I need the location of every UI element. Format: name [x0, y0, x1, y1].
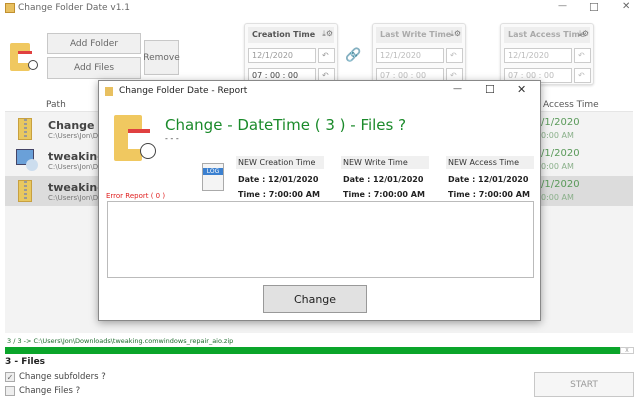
new-time: Time : 7:00:00 AM [238, 190, 320, 199]
zip-file-icon [18, 118, 32, 140]
add-files-button[interactable]: Add Files [47, 57, 141, 79]
change-button[interactable]: Change [263, 285, 367, 313]
cancel-progress-button[interactable]: X [620, 347, 634, 354]
new-time: Time : 7:00:00 AM [448, 190, 530, 199]
log-label: LOG [203, 168, 223, 175]
dialog-minimize-button[interactable]: — [453, 84, 462, 94]
date-picker[interactable]: 12/1/2020 [376, 48, 444, 63]
creation-time-panel: Creation Time ⤓⚙ 12/1/2020 ↶ 07 : 00 : 0… [244, 23, 338, 85]
report-dialog: Change Folder Date - Report — ☐ ✕ Change… [98, 80, 541, 321]
panel-title: Creation Time [248, 27, 334, 43]
new-date: Date : 12/01/2020 [238, 175, 319, 184]
column-header-path[interactable]: Path [46, 100, 66, 110]
access-date: /1/2020 [541, 148, 580, 159]
new-access-column: NEW Access Time Date : 12/01/2020 Time :… [446, 156, 534, 199]
reset-date-button[interactable]: ↶ [446, 48, 463, 63]
last-access-time-panel: Last Access Time ⤓⚙ 12/1/2020 ↶ 07 : 00 … [500, 23, 594, 85]
reset-date-button[interactable]: ↶ [318, 48, 335, 63]
link-icon[interactable]: 🔗 [345, 48, 361, 63]
access-time: 0:00 AM [541, 162, 574, 171]
reset-time-button[interactable]: ↶ [574, 68, 591, 83]
access-date: /1/2020 [541, 179, 580, 190]
last-write-time-panel: Last Write Time ⤓⚙ 12/1/2020 ↶ 07 : 00 :… [372, 23, 466, 85]
file-path: C:\Users\Jon\Do [48, 163, 103, 171]
close-button[interactable]: ✕ [622, 1, 630, 12]
status-text: 3 / 3 -> C:\Users\Jon\Downloads\tweaking… [7, 337, 234, 345]
minimize-button[interactable]: — [558, 1, 567, 11]
download-gear-icon[interactable]: ⤓⚙ [450, 29, 461, 39]
panel-title: Last Write Time [376, 27, 462, 43]
column-header: NEW Write Time [341, 156, 429, 169]
column-header: NEW Access Time [446, 156, 534, 169]
folder-calendar-icon [114, 115, 156, 161]
download-gear-icon[interactable]: ⤓⚙ [578, 29, 589, 39]
dialog-title: Change Folder Date - Report [119, 86, 248, 96]
report-heading: Change - DateTime ( 3 ) - Files ? [165, 116, 407, 134]
subfolders-checkbox[interactable]: ✓ [5, 372, 15, 382]
log-file-icon: LOG [202, 163, 224, 191]
file-path: C:\Users\Jon\Do [48, 132, 103, 140]
dialog-maximize-button[interactable]: ☐ [485, 83, 495, 96]
window-title: Change Folder Date v1.1 [18, 3, 131, 13]
folder-calendar-icon [10, 43, 38, 71]
new-time: Time : 7:00:00 AM [343, 190, 425, 199]
maximize-button[interactable]: ☐ [589, 1, 599, 14]
column-header-access-time[interactable]: Access Time [543, 100, 599, 110]
start-button[interactable]: START [534, 372, 634, 397]
zip-file-icon [18, 180, 32, 202]
date-picker[interactable]: 12/1/2020 [248, 48, 316, 63]
files-label[interactable]: Change Files ? [19, 386, 80, 396]
new-date: Date : 12/01/2020 [343, 175, 424, 184]
add-folder-button[interactable]: Add Folder [47, 33, 141, 54]
file-count: 3 - Files [5, 357, 46, 367]
error-report-textarea[interactable] [107, 201, 534, 278]
new-write-column: NEW Write Time Date : 12/01/2020 Time : … [341, 156, 429, 199]
date-picker[interactable]: 12/1/2020 [504, 48, 572, 63]
files-checkbox[interactable] [5, 386, 15, 396]
panel-title: Last Access Time [504, 27, 590, 43]
new-date: Date : 12/01/2020 [448, 175, 529, 184]
reset-date-button[interactable]: ↶ [574, 48, 591, 63]
remove-button[interactable]: Remove [143, 40, 180, 75]
dialog-close-button[interactable]: ✕ [517, 83, 526, 96]
access-time: 0:00 AM [541, 193, 574, 202]
file-path: C:\Users\Jon\Do [48, 194, 103, 202]
access-time: 0:00 AM [541, 131, 574, 140]
access-date: /1/2020 [541, 117, 580, 128]
app-icon [5, 3, 15, 13]
installer-icon [16, 149, 38, 171]
progress-fill [5, 347, 620, 354]
download-gear-icon[interactable]: ⤓⚙ [322, 29, 333, 39]
error-report-label: Error Report ( 0 ) [106, 192, 166, 200]
column-header: NEW Creation Time [236, 156, 324, 169]
dialog-icon [105, 87, 113, 96]
new-creation-column: NEW Creation Time Date : 12/01/2020 Time… [236, 156, 324, 199]
subfolders-label[interactable]: Change subfolders ? [19, 372, 106, 382]
report-subheading: - - - [165, 134, 179, 143]
progress-bar [5, 347, 620, 354]
